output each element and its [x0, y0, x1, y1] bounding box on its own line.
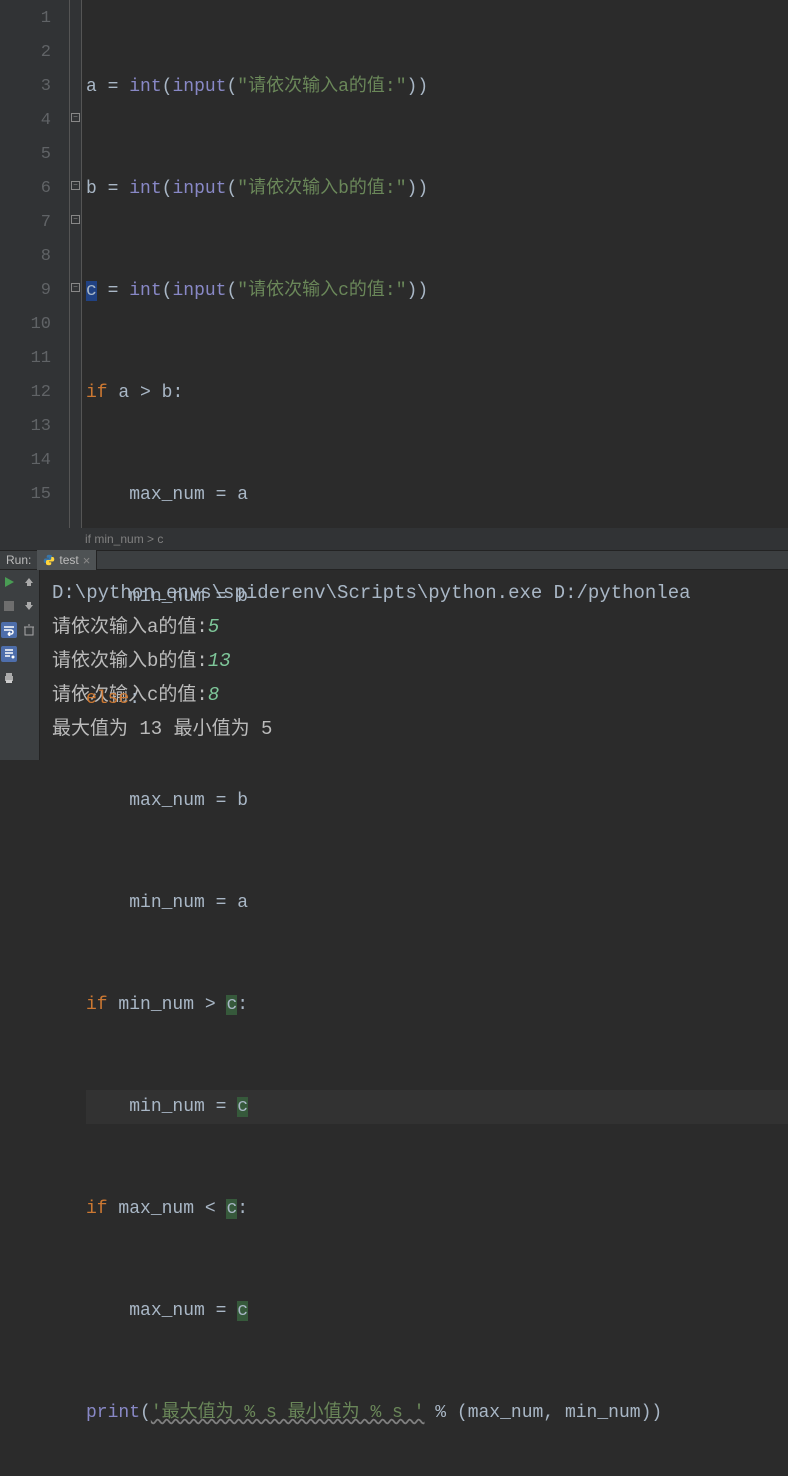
down-button[interactable]: [21, 598, 37, 614]
line-num: 13: [0, 410, 51, 444]
line-num: 6: [0, 172, 51, 206]
run-toolbar-left: [0, 570, 18, 760]
rerun-button[interactable]: [1, 574, 17, 590]
code-line[interactable]: if a > b:: [86, 376, 788, 410]
code-line[interactable]: else:: [86, 682, 788, 716]
wrap-button[interactable]: [1, 622, 17, 638]
code-line[interactable]: max_num = b: [86, 784, 788, 818]
code-editor[interactable]: 1 2 3 4 5 6 7 8 9 10 11 12 13 14 15 − − …: [0, 0, 788, 528]
code-line[interactable]: c = int(input("请依次输入c的值:")): [86, 274, 788, 308]
code-line[interactable]: b = int(input("请依次输入b的值:")): [86, 172, 788, 206]
line-num: 1: [0, 2, 51, 36]
code-line[interactable]: max_num = a: [86, 478, 788, 512]
fold-icon[interactable]: −: [71, 113, 80, 122]
line-num: 14: [0, 444, 51, 478]
scroll-lock-button[interactable]: [1, 646, 17, 662]
fold-icon[interactable]: −: [71, 181, 80, 190]
line-num: 2: [0, 36, 51, 70]
line-num: 10: [0, 308, 51, 342]
line-num: 15: [0, 478, 51, 512]
print-button[interactable]: [1, 670, 17, 686]
line-num: 12: [0, 376, 51, 410]
code-line[interactable]: if max_num < c:: [86, 1192, 788, 1226]
line-num: 5: [0, 138, 51, 172]
code-area[interactable]: a = int(input("请依次输入a的值:")) b = int(inpu…: [82, 0, 788, 528]
line-gutter: 1 2 3 4 5 6 7 8 9 10 11 12 13 14 15: [0, 0, 70, 528]
python-icon: [43, 554, 55, 566]
line-num: 7: [0, 206, 51, 240]
line-num: 4: [0, 104, 51, 138]
line-num: 3: [0, 70, 51, 104]
code-line[interactable]: if min_num > c:: [86, 988, 788, 1022]
line-num: 8: [0, 240, 51, 274]
line-num: 9: [0, 274, 51, 308]
fold-icon[interactable]: −: [71, 283, 80, 292]
run-tab-name: test: [59, 553, 78, 567]
run-label: Run:: [0, 553, 37, 567]
code-line[interactable]: max_num = c: [86, 1294, 788, 1328]
run-toolbar-right: [18, 570, 40, 760]
code-line[interactable]: a = int(input("请依次输入a的值:")): [86, 70, 788, 104]
line-num: 11: [0, 342, 51, 376]
code-line[interactable]: min_num = b: [86, 580, 788, 614]
stop-button[interactable]: [1, 598, 17, 614]
code-line-current[interactable]: min_num = c: [86, 1090, 788, 1124]
code-line[interactable]: min_num = a: [86, 886, 788, 920]
up-button[interactable]: [21, 574, 37, 590]
fold-icon[interactable]: −: [71, 215, 80, 224]
fold-column: − − − −: [70, 0, 82, 528]
code-line[interactable]: print('最大值为 % s 最小值为 % s ' % (max_num, m…: [86, 1396, 788, 1430]
clear-button[interactable]: [21, 622, 37, 638]
